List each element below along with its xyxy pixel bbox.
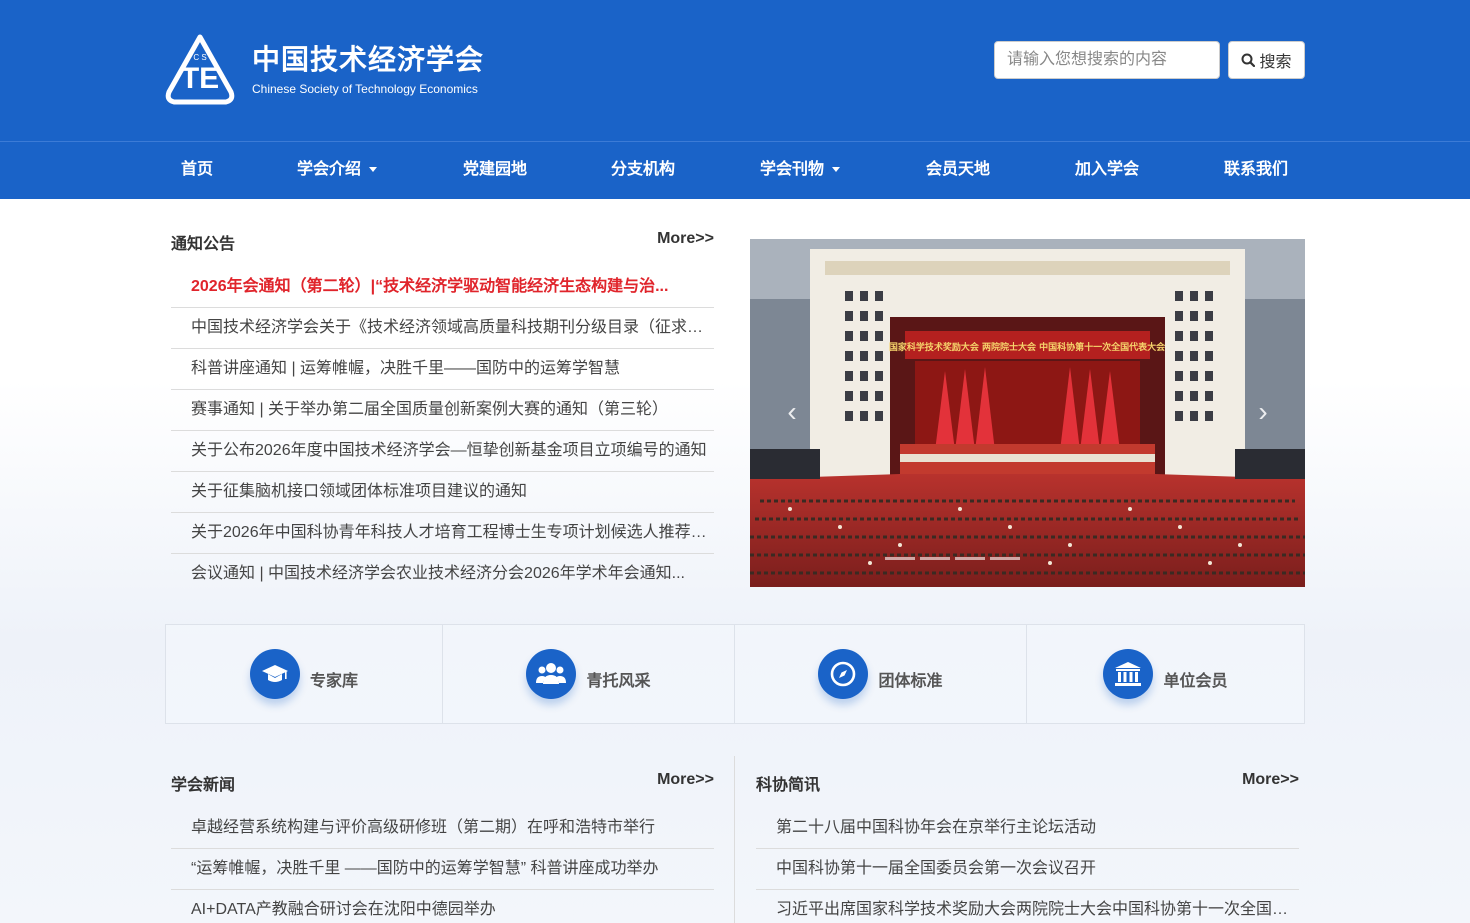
notices-title: 通知公告 [171, 236, 236, 253]
list-item[interactable]: 习近平出席国家科学技术奖励大会两院院士大会中国科协第十一次全国代表大会 [756, 890, 1299, 923]
svg-text:国家科学技术奖励大会 两院院士大会 中国科协第十一次全国代表: 国家科学技术奖励大会 两院院士大会 中国科协第十一次全国代表大会 [889, 341, 1166, 353]
nav-item-label: 分支机构 [611, 161, 676, 178]
nav-item-label: 学会刊物 [760, 161, 825, 178]
column-divider [734, 756, 735, 923]
nav-item-label: 学会介绍 [297, 161, 362, 178]
logo-badge-icon: TE C S [165, 34, 235, 105]
list-item[interactable]: 2026年会通知（第二轮）|“技术经济学驱动智能经济生态构建与治... [171, 267, 714, 308]
cast-news-header: 科协简讯 More>> [756, 771, 1299, 795]
quick-link-youth[interactable]: 青托风采 [443, 625, 735, 723]
site-logo[interactable]: TE C S 中国技术经济学会 Chinese Society of Techn… [164, 34, 484, 106]
users-icon [526, 649, 577, 699]
nav-item-home[interactable]: 首页 [181, 142, 213, 200]
nav-item-branches[interactable]: 分支机构 [611, 142, 675, 200]
quick-link-label: 单位会员 [1163, 673, 1228, 690]
chevron-right-icon[interactable]: › [1248, 397, 1278, 427]
list-item[interactable]: 关于征集脑机接口领域团体标准项目建议的通知 [171, 472, 714, 513]
nav-item-label: 党建园地 [463, 161, 528, 178]
list-item[interactable]: 卓越经营系统构建与评价高级研修班（第二期）在呼和浩特市举行 [171, 808, 714, 849]
site-header: TE C S 中国技术经济学会 Chinese Society of Techn… [0, 0, 1470, 141]
search-button[interactable]: 搜索 [1228, 41, 1305, 79]
news-title: 学会新闻 [171, 777, 236, 794]
svg-text:TE: TE [181, 62, 219, 95]
chevron-left-icon[interactable]: ‹ [777, 397, 807, 427]
list-item[interactable]: 科普讲座通知 | 运筹帷幄，决胜千里——国防中的运筹学智慧 [171, 349, 714, 390]
caret-down-icon [832, 167, 841, 173]
nav-item-label: 会员天地 [926, 161, 991, 178]
logo-title-en: Chinese Society of Technology Economics [252, 82, 478, 96]
list-item[interactable]: 关于公布2026年度中国技术经济学会—恒挚创新基金项目立项编号的通知 [171, 431, 714, 472]
cast-news-list: 第二十八届中国科协年会在京举行主论坛活动 中国科协第十一届全国委员会第一次会议召… [756, 808, 1299, 923]
list-item[interactable]: 中国科协第十一届全国委员会第一次会议召开 [756, 849, 1299, 890]
list-item[interactable]: 关于2026年中国科协青年科技人才培育工程博士生专项计划候选人推荐的通知 [171, 513, 714, 554]
notices-header: 通知公告 More>> [171, 230, 714, 254]
graduation-cap-icon [249, 649, 300, 699]
nav-item-members[interactable]: 会员天地 [926, 142, 990, 200]
nav-item-party[interactable]: 党建园地 [463, 142, 527, 200]
notices-list: 2026年会通知（第二轮）|“技术经济学驱动智能经济生态构建与治... 中国技术… [171, 267, 714, 595]
institution-icon [1103, 649, 1154, 699]
list-item[interactable]: 中国技术经济学会关于《技术经济领域高质量科技期刊分级目录（征求意见稿）》 [171, 308, 714, 349]
list-item[interactable]: AI+DATA产教融合研讨会在沈阳中德园举办 [171, 890, 714, 923]
carousel-slide-image: 国家科学技术奖励大会 两院院士大会 中国科协第十一次全国代表大会 [750, 239, 1305, 587]
compass-icon [818, 649, 869, 699]
svg-text:C S: C S [193, 53, 206, 62]
list-item[interactable]: “运筹帷幄，决胜千里 ——国防中的运筹学智慧” 科普讲座成功举办 [171, 849, 714, 890]
nav-item-label: 联系我们 [1224, 161, 1289, 178]
news-more-link[interactable]: More>> [657, 771, 714, 789]
nav-item-label: 首页 [181, 161, 214, 178]
nav-item-join[interactable]: 加入学会 [1075, 142, 1139, 200]
search-input[interactable] [994, 41, 1220, 79]
cast-news-title: 科协简讯 [756, 777, 821, 794]
photo-carousel[interactable]: 国家科学技术奖励大会 两院院士大会 中国科协第十一次全国代表大会 ‹ › [750, 239, 1305, 587]
nav-item-journals[interactable]: 学会刊物 [760, 142, 841, 200]
cast-news-more-link[interactable]: More>> [1242, 771, 1299, 789]
search-icon [1241, 53, 1256, 67]
quick-link-label: 团体标准 [878, 673, 943, 690]
list-item[interactable]: 赛事通知 | 关于举办第二届全国质量创新案例大赛的通知（第三轮） [171, 390, 714, 431]
caret-down-icon [369, 167, 378, 173]
notices-more-link[interactable]: More>> [657, 230, 714, 248]
quick-link-experts[interactable]: 专家库 [166, 625, 443, 723]
logo-title-cn: 中国技术经济学会 [252, 44, 485, 75]
nav-item-label: 加入学会 [1075, 161, 1140, 178]
quick-link-label: 专家库 [309, 673, 358, 690]
nav-item-contact[interactable]: 联系我们 [1224, 142, 1288, 200]
list-item[interactable]: 会议通知 | 中国技术经济学会农业技术经济分会2026年学术年会通知... [171, 554, 714, 595]
quick-link-label: 青托风采 [586, 673, 651, 690]
main-nav: 首页 学会介绍 党建园地 分支机构 学会刊物 会员天地 加入学会 联系我们 [0, 141, 1470, 199]
nav-item-about[interactable]: 学会介绍 [297, 142, 378, 200]
list-item[interactable]: 第二十八届中国科协年会在京举行主论坛活动 [756, 808, 1299, 849]
news-list: 卓越经营系统构建与评价高级研修班（第二期）在呼和浩特市举行 “运筹帷幄，决胜千里… [171, 808, 714, 923]
quick-link-standards[interactable]: 团体标准 [735, 625, 1027, 723]
news-header: 学会新闻 More>> [171, 771, 714, 795]
quick-link-corporate-members[interactable]: 单位会员 [1027, 625, 1304, 723]
search-button-label: 搜索 [1259, 54, 1292, 71]
quick-links: 专家库 青托风采 团体标准 单位会员 [165, 624, 1305, 724]
